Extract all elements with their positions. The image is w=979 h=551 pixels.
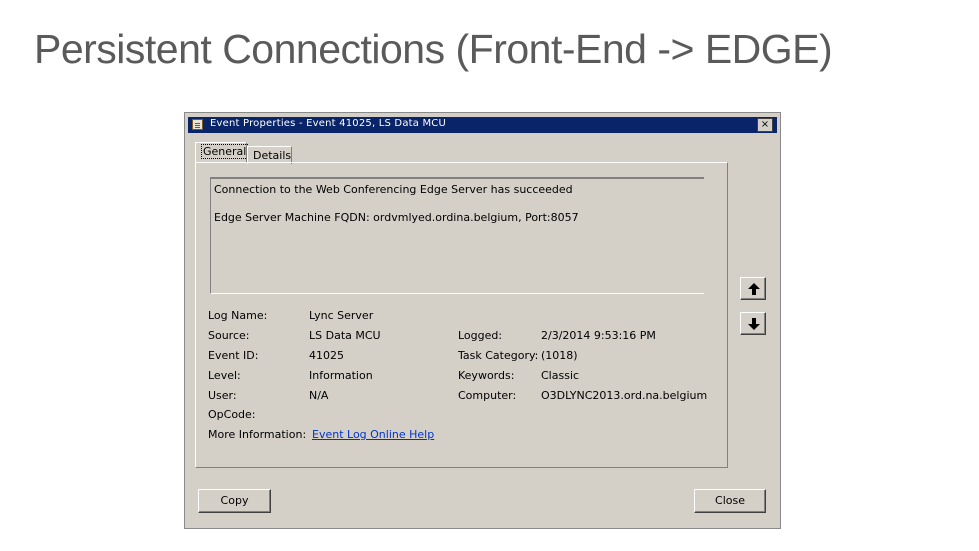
keywords-label: Keywords:: [458, 369, 515, 382]
more-information-label: More Information:: [208, 428, 307, 441]
copy-button[interactable]: Copy: [198, 489, 271, 513]
task-category-label: Task Category:: [458, 349, 539, 362]
dialog-titlebar[interactable]: Event Properties - Event 41025, LS Data …: [188, 117, 777, 133]
level-label: Level:: [208, 369, 241, 382]
user-value: N/A: [309, 389, 329, 402]
log-name-value: Lync Server: [309, 309, 374, 322]
slide-title: Persistent Connections (Front-End -> EDG…: [34, 26, 833, 72]
computer-label: Computer:: [458, 389, 517, 402]
source-value: LS Data MCU: [309, 329, 381, 342]
keywords-value: Classic: [541, 369, 580, 382]
event-id-label: Event ID:: [208, 349, 259, 362]
description-line: Connection to the Web Conferencing Edge …: [214, 183, 573, 196]
previous-event-button[interactable]: [740, 277, 766, 300]
log-name-label: Log Name:: [208, 309, 268, 322]
close-button[interactable]: Close: [694, 489, 766, 513]
event-id-value: 41025: [309, 349, 344, 362]
event-description-box[interactable]: Connection to the Web Conferencing Edge …: [210, 177, 704, 294]
user-label: User:: [208, 389, 237, 402]
arrow-down-icon: [748, 318, 760, 330]
dialog-title: Event Properties - Event 41025, LS Data …: [210, 118, 447, 129]
task-category-value: (1018): [541, 349, 578, 362]
opcode-label: OpCode:: [208, 408, 256, 421]
logged-value: 2/3/2014 9:53:16 PM: [541, 329, 656, 342]
logged-label: Logged:: [458, 329, 503, 342]
event-log-online-help-link[interactable]: Event Log Online Help: [312, 428, 434, 441]
close-icon[interactable]: ×: [757, 118, 773, 132]
computer-value: O3DLYNC2013.ord.na.belgium: [541, 389, 708, 402]
source-label: Source:: [208, 329, 250, 342]
description-line: Edge Server Machine FQDN: ordvmlyed.ordi…: [214, 211, 579, 224]
tab-general[interactable]: General: [195, 142, 249, 163]
event-viewer-icon: [192, 119, 203, 130]
arrow-up-icon: [748, 283, 760, 295]
next-event-button[interactable]: [740, 312, 766, 335]
level-value: Information: [309, 369, 373, 382]
